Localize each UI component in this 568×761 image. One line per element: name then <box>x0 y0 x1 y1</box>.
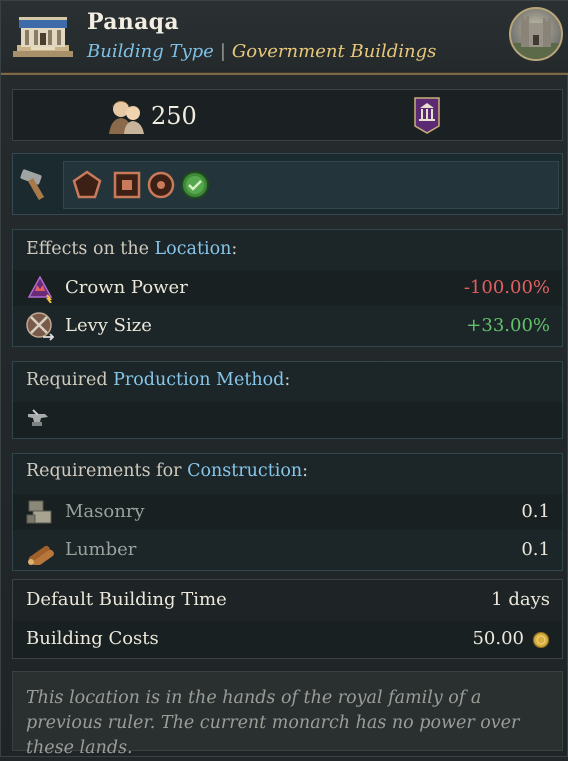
construction-link[interactable]: Construction <box>187 461 302 481</box>
building-time-row: Default Building Time 1 days <box>13 582 562 618</box>
production-method-section: Required Production Method: <box>12 361 563 439</box>
effect-row-levy-size: Levy Size +33.00% <box>13 308 562 344</box>
pentagon-icon[interactable] <box>72 170 102 200</box>
property-icons-strip <box>63 161 559 209</box>
anvil-icon[interactable] <box>25 406 51 432</box>
requirement-label: Lumber <box>65 539 137 560</box>
requirement-label: Masonry <box>65 501 145 522</box>
property-icons-row <box>12 153 563 215</box>
effects-section: Effects on the Location: Crown Power -10… <box>12 229 563 347</box>
building-type-link[interactable]: Building Type <box>87 41 214 62</box>
effect-row-crown-power: Crown Power -100.00% <box>13 270 562 306</box>
building-type-value: Government Buildings <box>231 41 437 62</box>
lumber-icon <box>28 545 54 565</box>
requirement-row-masonry: Masonry 0.1 <box>13 494 562 530</box>
requirements-heading-prefix: Requirements for <box>26 461 188 481</box>
building-cost-value: 50.00 <box>472 628 524 649</box>
requirements-heading: Requirements for Construction: <box>26 461 308 481</box>
location-link[interactable]: Location <box>155 239 232 259</box>
people-icon <box>109 101 144 134</box>
production-heading-prefix: Required <box>26 370 114 390</box>
building-description: This location is in the hands of the roy… <box>26 688 520 758</box>
construction-info-section: Default Building Time 1 days Building Co… <box>12 579 563 659</box>
crown-power-icon <box>27 275 53 303</box>
tooltip-header: Panaqa Building Type | Government Building… <box>1 1 568 75</box>
gold-coin-icon <box>532 631 550 649</box>
effect-value: -100.00% <box>463 277 550 298</box>
requirement-value: 0.1 <box>521 539 550 560</box>
building-cost-row: Building Costs 50.00 <box>13 621 562 658</box>
population-value: 250 <box>151 102 197 130</box>
levy-size-icon <box>26 312 55 341</box>
government-building-badge-icon[interactable] <box>413 96 441 134</box>
government-building-icon <box>13 17 73 57</box>
effects-heading-prefix: Effects on the <box>26 239 155 259</box>
building-time-label: Default Building Time <box>26 589 227 610</box>
production-method-link[interactable]: Production Method <box>113 370 284 390</box>
square-icon[interactable] <box>112 170 142 200</box>
check-icon[interactable] <box>180 170 210 200</box>
building-type-line: Building Type | Government Buildings <box>87 41 436 62</box>
production-heading-colon: : <box>284 370 291 390</box>
circle-icon[interactable] <box>146 170 176 200</box>
requirement-row-lumber: Lumber 0.1 <box>13 532 562 568</box>
masonry-icon <box>26 500 52 524</box>
effect-label: Crown Power <box>65 277 188 298</box>
description-box: This location is in the hands of the roy… <box>12 671 563 758</box>
effects-heading-colon: : <box>231 239 238 259</box>
building-cost-label: Building Costs <box>26 628 159 649</box>
production-method-row <box>13 402 562 438</box>
effects-heading: Effects on the Location: <box>26 239 237 259</box>
building-name: Panaqa <box>87 9 179 35</box>
location-portrait[interactable] <box>509 7 563 61</box>
building-time-value: 1 days <box>491 589 550 610</box>
building-tooltip-panel: Panaqa Building Type | Government Building… <box>0 0 568 758</box>
type-separator: | <box>219 41 226 62</box>
hammer-icon[interactable] <box>19 166 53 200</box>
effect-label: Levy Size <box>65 315 152 336</box>
effect-value: +33.00% <box>466 315 550 336</box>
production-heading: Required Production Method: <box>26 370 290 390</box>
castle-icon <box>511 16 561 59</box>
requirements-heading-colon: : <box>302 461 309 481</box>
population-row: 250 <box>12 89 563 141</box>
requirement-value: 0.1 <box>521 501 550 522</box>
requirements-section: Requirements for Construction: Masonry 0… <box>12 453 563 571</box>
